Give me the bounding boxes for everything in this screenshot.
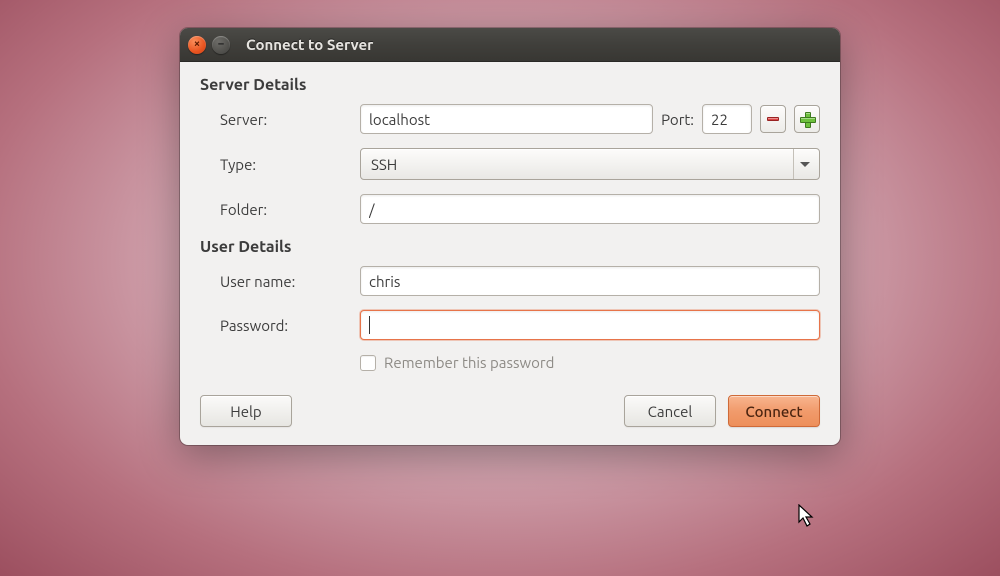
port-decrement-button[interactable]: [760, 105, 786, 133]
chevron-down-icon: [793, 149, 815, 179]
minus-icon: [767, 117, 779, 121]
text-caret: [369, 316, 370, 334]
remember-password-checkbox[interactable]: [360, 355, 376, 371]
connect-button[interactable]: Connect: [728, 395, 820, 427]
port-increment-button[interactable]: [794, 105, 820, 133]
close-icon[interactable]: ×: [188, 36, 206, 54]
label-server: Server:: [200, 111, 360, 128]
plus-icon: [800, 112, 814, 126]
help-button[interactable]: Help: [200, 395, 292, 427]
username-input[interactable]: [360, 266, 820, 296]
window-title: Connect to Server: [246, 36, 373, 53]
folder-input[interactable]: [360, 194, 820, 224]
minimize-icon[interactable]: –: [212, 36, 230, 54]
server-input[interactable]: [360, 104, 653, 134]
password-input[interactable]: [360, 310, 820, 340]
section-server-details: Server Details: [200, 76, 820, 94]
section-user-details: User Details: [200, 238, 820, 256]
label-password: Password:: [200, 317, 360, 334]
titlebar: × – Connect to Server: [180, 28, 840, 62]
label-username: User name:: [200, 273, 360, 290]
type-select-value: SSH: [371, 156, 793, 173]
type-select[interactable]: SSH: [360, 148, 820, 180]
dialog-window: × – Connect to Server Server Details Ser…: [180, 28, 840, 445]
cancel-button[interactable]: Cancel: [624, 395, 716, 427]
dialog-content: Server Details Server: Port: Type: SSH F…: [180, 62, 840, 445]
label-folder: Folder:: [200, 201, 360, 218]
port-input[interactable]: [702, 104, 752, 134]
label-type: Type:: [200, 156, 360, 173]
label-port: Port:: [661, 111, 694, 128]
mouse-cursor-icon: [798, 504, 820, 530]
label-remember: Remember this password: [384, 354, 554, 371]
